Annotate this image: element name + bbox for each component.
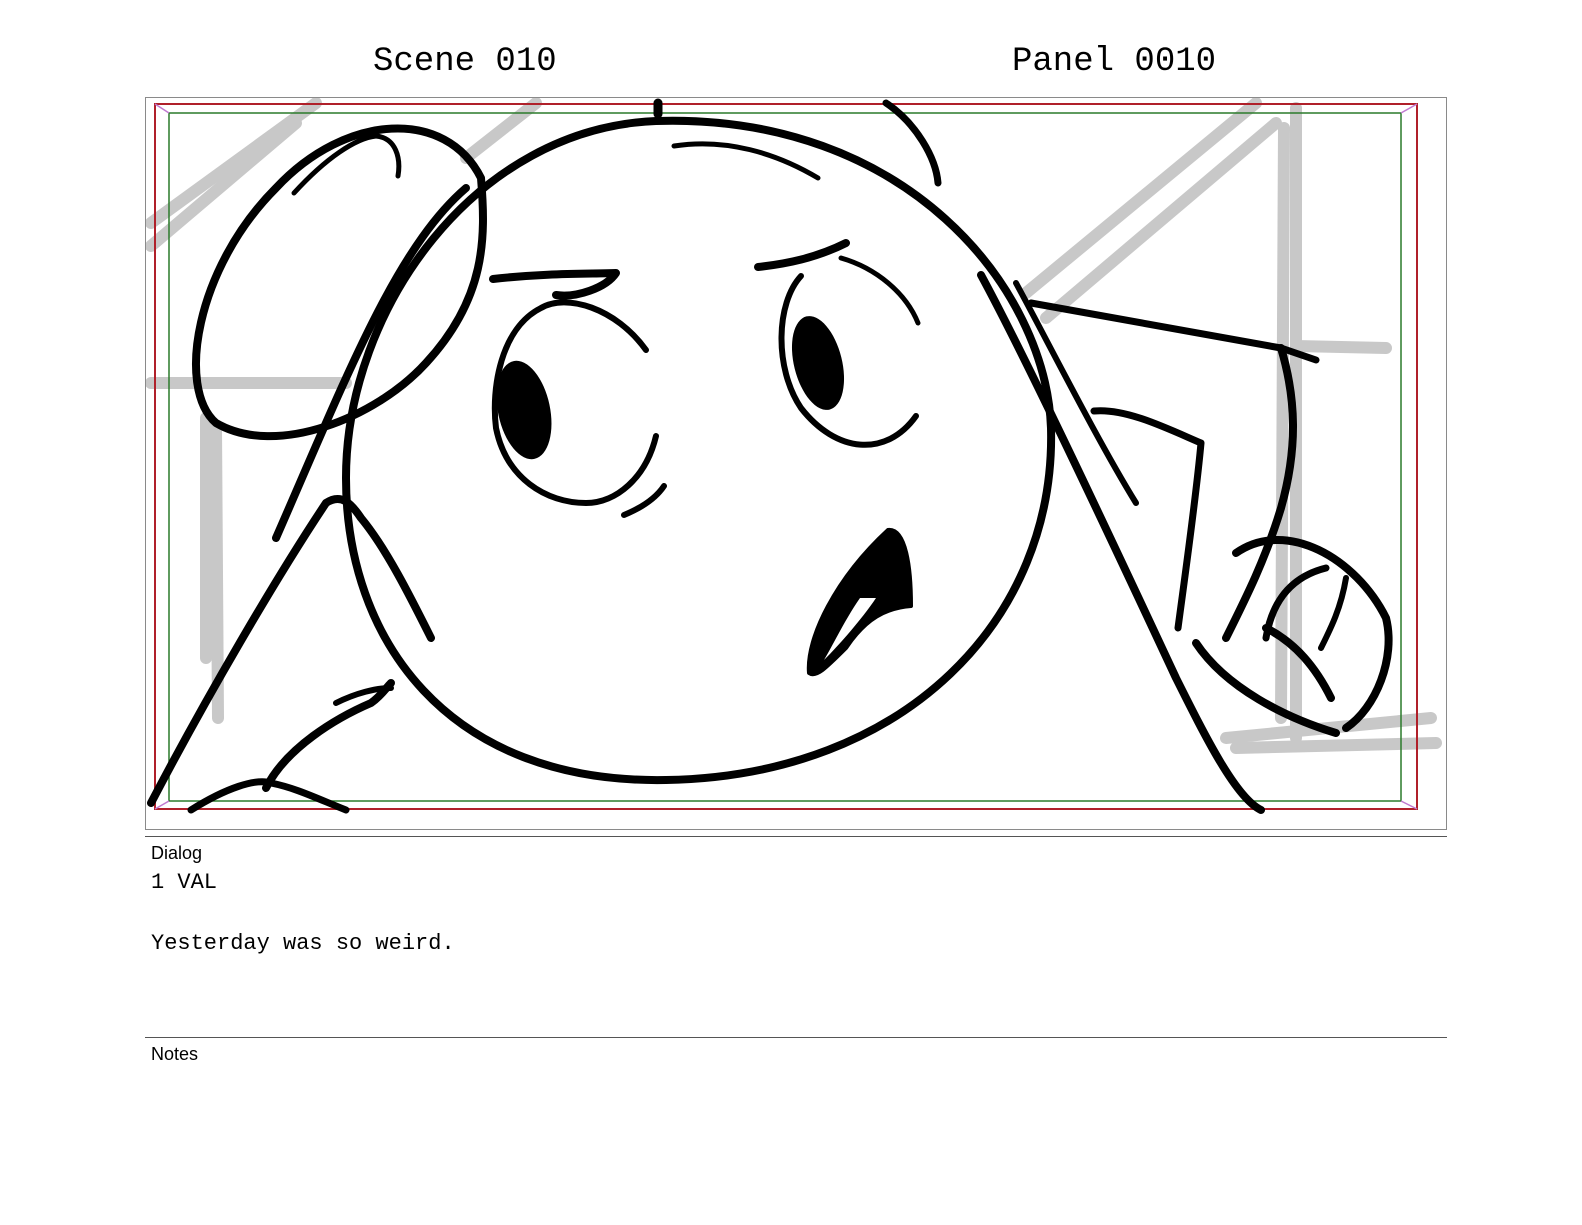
panel-number: Panel 0010 xyxy=(1012,43,1217,81)
notes-divider xyxy=(145,1037,1447,1038)
scene-number: Scene 010 xyxy=(373,43,557,81)
storyboard-panel-frame xyxy=(145,97,1447,830)
storyboard-drawing xyxy=(146,98,1442,814)
dialog-heading: Dialog xyxy=(151,843,203,863)
dialog-character: 1 VAL xyxy=(151,870,218,895)
construction-lines xyxy=(146,98,1442,754)
dialog-divider xyxy=(145,836,1447,837)
dialog-line: Yesterday was so weird. xyxy=(151,931,455,956)
notes-heading: Notes xyxy=(151,1044,199,1064)
character-sketch xyxy=(147,98,1393,814)
